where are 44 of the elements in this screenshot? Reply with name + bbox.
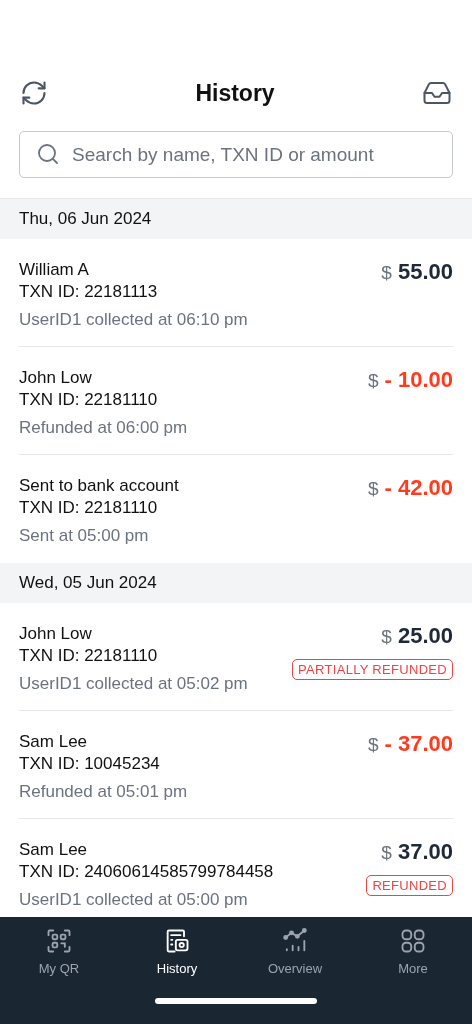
currency-symbol: $ (381, 842, 392, 864)
transaction-note: UserID1 collected at 05:02 pm (19, 673, 248, 695)
nav-tab[interactable]: Overview (236, 927, 354, 976)
transaction-amount: - 37.00 (384, 731, 453, 757)
transaction-amount: 37.00 (397, 839, 453, 865)
transaction-id: TXN ID: 22181110 (19, 389, 159, 411)
currency-symbol: $ (367, 370, 379, 392)
currency-symbol: $ (367, 734, 379, 756)
currency-symbol: $ (367, 478, 379, 500)
search-icon (36, 142, 60, 166)
refresh-button[interactable] (20, 79, 48, 107)
nav-tab[interactable]: More (354, 927, 472, 976)
transaction-note: UserID1 collected at 05:00 pm (19, 889, 249, 911)
transaction-amount: - 42.00 (384, 475, 453, 501)
transaction-note: Refunded at 06:00 pm (19, 417, 188, 439)
transaction-name: Sam Lee (19, 731, 89, 753)
page-title: History (195, 79, 275, 107)
search-field[interactable]: Search by name, TXN ID or amount (19, 131, 453, 178)
status-badge: PARTIALLY REFUNDED (292, 659, 453, 680)
transaction-name: William A (19, 259, 90, 281)
transaction-name: John Low (19, 367, 93, 389)
transaction-note: UserID1 collected at 06:10 pm (19, 309, 248, 331)
currency-symbol: $ (381, 262, 392, 284)
transaction-amount: 25.00 (397, 623, 453, 649)
transaction-name: Sam Lee (19, 839, 89, 861)
date-header: Thu, 06 Jun 2024 (0, 199, 472, 239)
transaction-note: Refunded at 05:01 pm (19, 781, 188, 803)
transaction-amount: - 10.00 (384, 367, 453, 393)
status-badge: REFUNDED (366, 875, 453, 896)
transaction-id: TXN ID: 10045234 (19, 753, 161, 775)
qr-code-icon (45, 927, 73, 955)
transaction-id: TXN ID: 22181110 (19, 497, 159, 519)
transaction-amount: 55.00 (397, 259, 453, 285)
transaction-id: TXN ID: 24060614585799784458 (19, 861, 274, 883)
grid-icon (399, 927, 427, 955)
nav-tab[interactable]: History (118, 927, 236, 976)
transaction-name: John Low (19, 623, 93, 645)
transaction-id: TXN ID: 22181113 (19, 281, 159, 303)
transaction-note: Sent at 05:00 pm (19, 525, 150, 547)
nav-tab[interactable]: My QR (0, 927, 118, 976)
date-header: Wed, 05 Jun 2024 (0, 563, 472, 603)
currency-symbol: $ (381, 626, 392, 648)
transaction-name: Sent to bank account (19, 475, 179, 497)
transaction-id: TXN ID: 22181110 (19, 645, 159, 667)
